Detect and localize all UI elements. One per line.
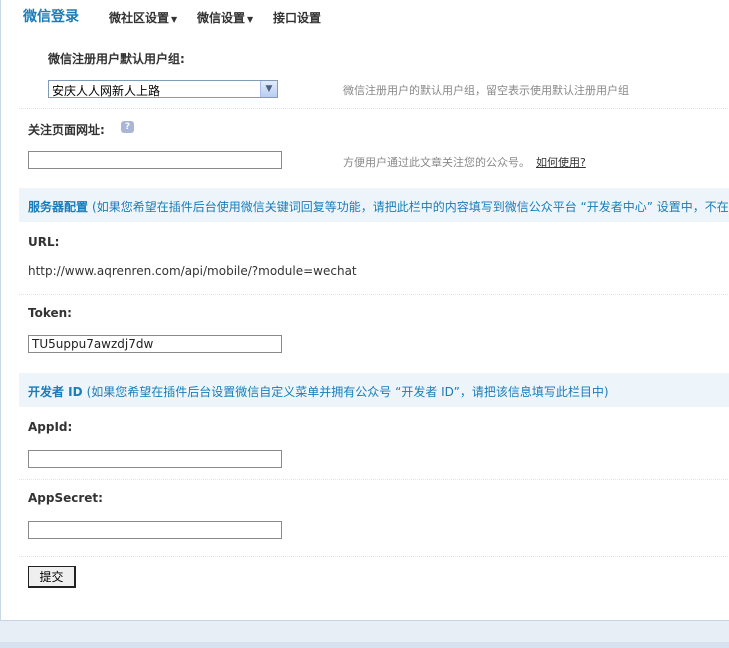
follow-url-input[interactable] [28, 151, 282, 169]
menu-wechat-settings[interactable]: 微信设置 ▼ [197, 9, 253, 26]
default-group-label: 微信注册用户默认用户组: [48, 52, 185, 66]
default-group-value: 安庆人人网新人上路 [52, 84, 161, 98]
follow-url-label: 关注页面网址: [28, 123, 105, 137]
section-description: (如果您希望在插件后台使用微信关键词回复等功能，请把此栏中的内容填写到微信公众平… [92, 200, 729, 214]
top-nav: 微信登录 微社区设置 ▼ 微信设置 ▼ 接口设置 [1, 0, 729, 32]
section-title: 服务器配置 [28, 200, 89, 214]
bottom-bar [0, 620, 729, 648]
submit-button[interactable]: 提交 [28, 566, 76, 588]
menu-label: 微社区设置 [109, 11, 170, 25]
page-title: 微信登录 [23, 9, 79, 25]
main-frame: 微信登录 微社区设置 ▼ 微信设置 ▼ 接口设置 微信注册用户默认用户组: 安庆人人… [0, 0, 729, 620]
token-label: Token: [28, 306, 72, 320]
menu-api-settings[interactable]: 接口设置 [273, 9, 321, 26]
section-description: (如果您希望在插件后台设置微信自定义菜单并拥有公众号 “开发者 ID”，请把该信… [86, 385, 609, 399]
appsecret-input[interactable] [28, 521, 282, 539]
how-to-use-link[interactable]: 如何使用? [536, 156, 586, 169]
follow-url-hint: 方便用户通过此文章关注您的公众号。 [343, 156, 530, 169]
developer-id-section: 开发者 ID (如果您希望在插件后台设置微信自定义菜单并拥有公众号 “开发者 ID… [19, 373, 729, 407]
divider [19, 294, 729, 295]
appsecret-label: AppSecret: [28, 491, 103, 505]
default-group-hint: 微信注册用户的默认用户组，留空表示使用默认注册用户组 [343, 84, 629, 97]
section-title: 开发者 ID [28, 385, 83, 399]
menu-wsq-settings[interactable]: 微社区设置 ▼ [109, 9, 177, 26]
menu-label: 微信设置 [197, 11, 246, 25]
chevron-down-icon: ▼ [247, 15, 254, 24]
chevron-down-icon[interactable]: ▼ [260, 81, 277, 97]
menu-label: 接口设置 [273, 11, 322, 25]
url-value: http://www.aqrenren.com/api/mobile/?modu… [28, 264, 357, 278]
help-icon[interactable]: ? [121, 121, 134, 133]
divider [19, 479, 729, 480]
appid-input[interactable] [28, 450, 282, 468]
server-config-section: 服务器配置 (如果您希望在插件后台使用微信关键词回复等功能，请把此栏中的内容填写到… [19, 188, 729, 222]
chevron-down-icon: ▼ [171, 15, 178, 24]
token-input[interactable] [28, 335, 282, 353]
default-group-select[interactable]: 安庆人人网新人上路 ▼ [48, 80, 278, 98]
appid-label: AppId: [28, 420, 73, 434]
divider [19, 556, 729, 557]
divider [19, 108, 729, 109]
url-label: URL: [28, 235, 60, 249]
